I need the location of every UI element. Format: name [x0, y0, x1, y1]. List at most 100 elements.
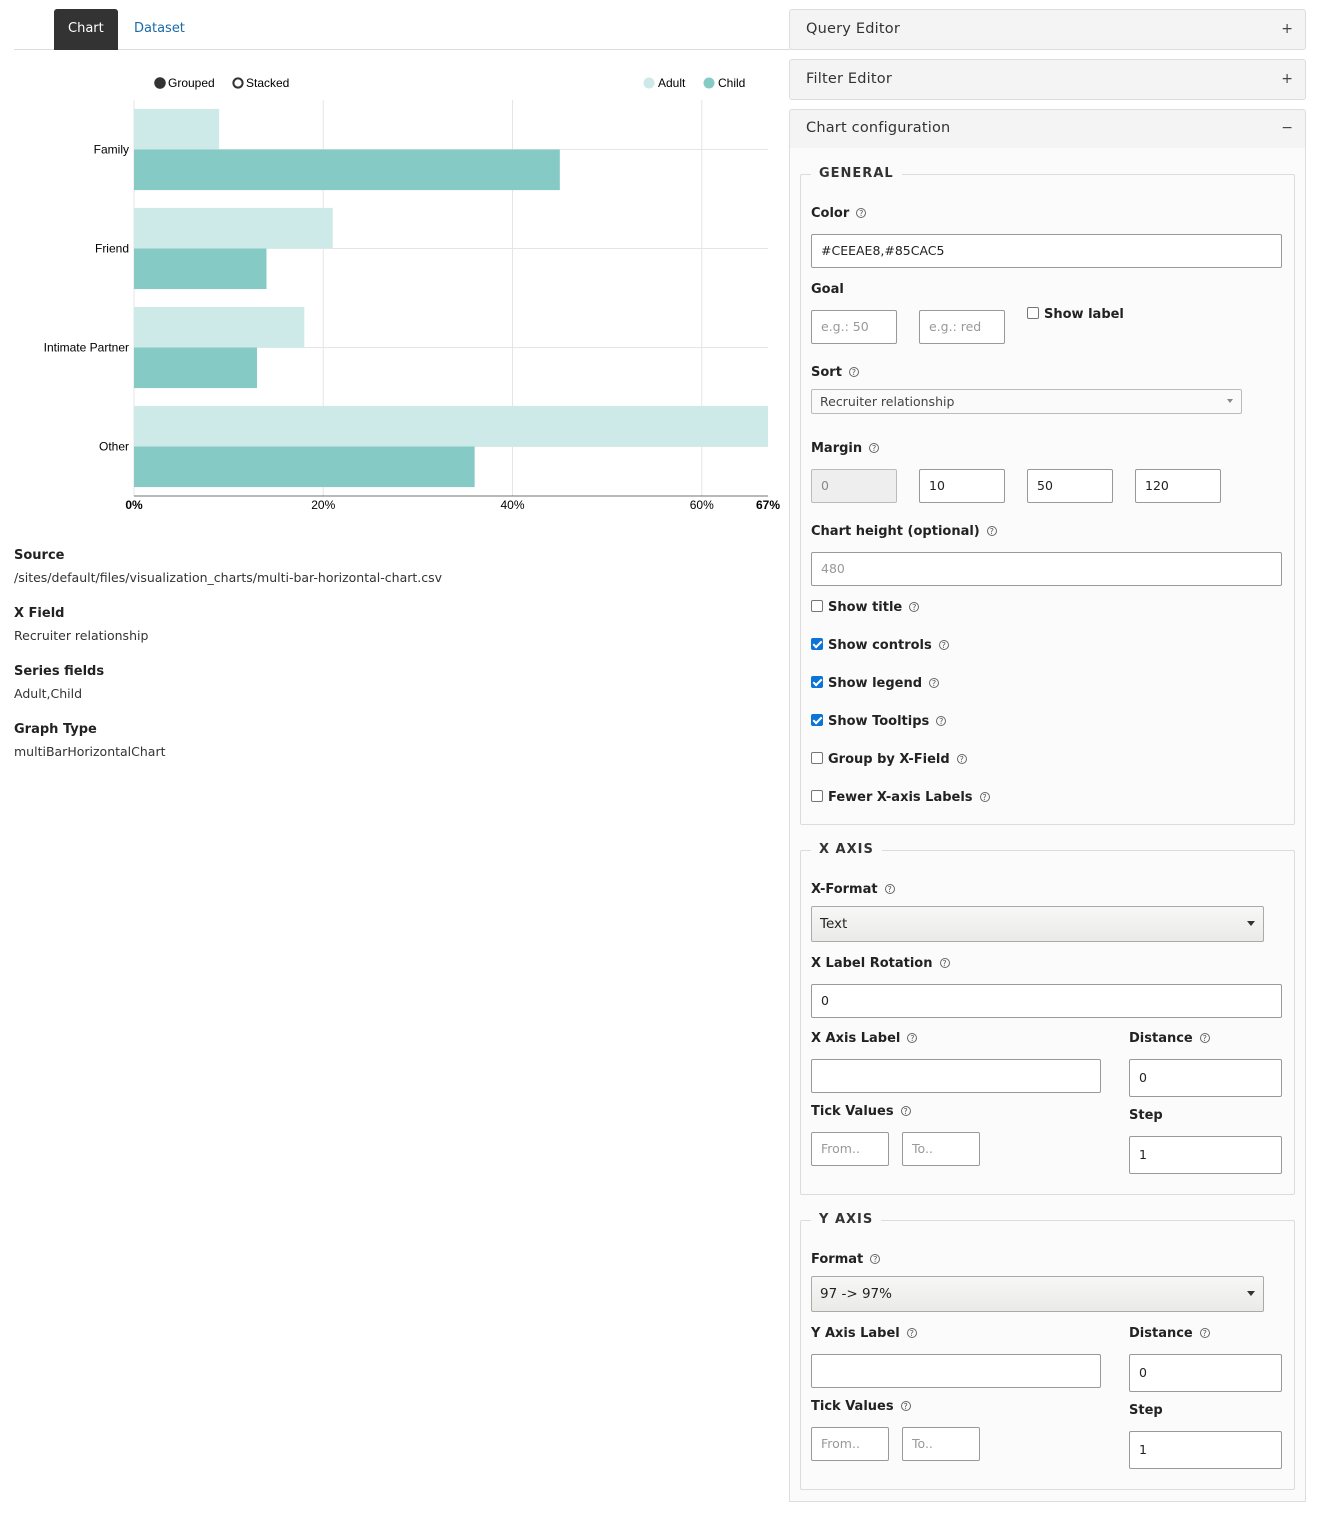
control-grouped-label: Grouped	[168, 76, 215, 90]
x-distance-input[interactable]: 0	[1129, 1059, 1282, 1097]
query-editor-title: Query Editor	[806, 21, 900, 37]
margin-right-input[interactable]: 10	[919, 469, 1005, 503]
goal-value-input[interactable]: e.g.: 50	[811, 310, 897, 344]
bar-child[interactable]	[134, 248, 267, 290]
y-tick-values-label: Tick Values?	[811, 1399, 911, 1414]
help-icon[interactable]: ?	[900, 1401, 911, 1411]
expand-icon[interactable]: +	[1281, 71, 1293, 87]
group-by-x-field-checkbox[interactable]: Group by X-Field?	[811, 752, 967, 767]
bar-adult[interactable]	[134, 306, 305, 348]
show-legend-checkbox[interactable]: Show legend?	[811, 676, 940, 691]
grouped-radio-icon[interactable]	[154, 77, 166, 89]
margin-bottom-input[interactable]: 50	[1027, 469, 1113, 503]
checkbox-icon[interactable]	[811, 600, 823, 612]
help-icon[interactable]: ?	[938, 640, 949, 650]
control-grouped[interactable]: Grouped	[154, 76, 215, 90]
expand-icon[interactable]: +	[1281, 21, 1293, 37]
control-stacked[interactable]: Stacked	[232, 76, 289, 90]
chart-height-input[interactable]: 480	[811, 552, 1282, 586]
bar-adult[interactable]	[134, 108, 220, 150]
legend-adult-swatch[interactable]	[643, 77, 655, 89]
show-label-checkbox[interactable]: Show label	[1027, 307, 1124, 322]
help-icon[interactable]: ?	[906, 1328, 917, 1338]
help-icon[interactable]: ?	[1199, 1328, 1210, 1338]
margin-top-input[interactable]: 0	[811, 469, 897, 503]
legend-adult[interactable]: Adult	[643, 76, 687, 90]
sort-select[interactable]: Recruiter relationship	[811, 389, 1242, 414]
control-stacked-label: Stacked	[246, 76, 289, 90]
general-legend: GENERAL	[811, 166, 902, 181]
chart-config-header[interactable]: Chart configuration −	[789, 109, 1306, 149]
bar-adult[interactable]	[134, 207, 333, 249]
x-tick-to-input[interactable]: To..	[902, 1132, 980, 1166]
stacked-radio-icon[interactable]	[232, 77, 244, 89]
help-icon[interactable]: ?	[884, 884, 895, 894]
xfield-label: X Field	[14, 606, 65, 621]
color-input[interactable]: #CEEAE8,#85CAC5	[811, 234, 1282, 268]
checkbox-checked-icon[interactable]	[811, 638, 823, 650]
x-axis-label-input[interactable]	[811, 1059, 1101, 1093]
checkbox-icon[interactable]	[1027, 307, 1039, 319]
help-icon[interactable]: ?	[870, 1254, 881, 1264]
help-icon[interactable]: ?	[939, 958, 950, 968]
help-icon[interactable]: ?	[909, 602, 920, 612]
legend-child[interactable]: Child	[703, 76, 746, 90]
x-tick-label: 0%	[125, 498, 143, 512]
category-label: Family	[94, 143, 129, 157]
y-tick-from-input[interactable]: From..	[811, 1427, 889, 1461]
fewer-x-labels-checkbox[interactable]: Fewer X-axis Labels?	[811, 790, 990, 805]
y-step-input[interactable]: 1	[1129, 1431, 1282, 1469]
bar-adult[interactable]	[134, 405, 768, 447]
help-icon[interactable]: ?	[956, 754, 967, 764]
checkbox-icon[interactable]	[811, 752, 823, 764]
help-icon[interactable]: ?	[848, 367, 859, 377]
series-fields-value: Adult,Child	[14, 686, 83, 701]
bar-chart: Family Friend Intimate Partner Other 0% 20% 4…	[44, 76, 781, 512]
x-tick-from-input[interactable]: From..	[811, 1132, 889, 1166]
help-icon[interactable]: ?	[929, 678, 940, 688]
show-title-checkbox[interactable]: Show title?	[811, 600, 920, 615]
x-step-input[interactable]: 1	[1129, 1136, 1282, 1174]
help-icon[interactable]: ?	[900, 1106, 911, 1116]
y-distance-input[interactable]: 0	[1129, 1354, 1282, 1392]
graph-type-label: Graph Type	[14, 722, 97, 737]
help-icon[interactable]: ?	[1199, 1033, 1210, 1043]
filter-editor-title: Filter Editor	[806, 71, 893, 87]
filter-editor-header[interactable]: Filter Editor +	[789, 59, 1306, 100]
help-icon[interactable]: ?	[979, 792, 990, 802]
y-axis-label-input[interactable]	[811, 1354, 1101, 1388]
x-format-select[interactable]: Text	[811, 906, 1264, 942]
bar-child[interactable]	[134, 149, 560, 191]
x-axis-label-label: X Axis Label?	[811, 1031, 918, 1046]
chart-info: Source /sites/default/files/visualizatio…	[14, 548, 774, 780]
tab-chart[interactable]: Chart	[54, 9, 118, 50]
y-axis-label-label: Y Axis Label?	[811, 1326, 917, 1341]
view-tabs: Chart Dataset	[14, 8, 790, 50]
x-tick-label: 40%	[500, 498, 524, 512]
tab-dataset[interactable]: Dataset	[120, 9, 199, 50]
legend-child-swatch[interactable]	[703, 77, 715, 89]
checkbox-icon[interactable]	[811, 790, 823, 802]
y-format-select[interactable]: 97 -> 97%	[811, 1276, 1264, 1312]
checkbox-checked-icon[interactable]	[811, 714, 823, 726]
help-icon[interactable]: ?	[986, 526, 997, 536]
goal-color-input[interactable]: e.g.: red	[919, 310, 1005, 344]
legend-child-label: Child	[718, 76, 745, 90]
bar-child[interactable]	[134, 446, 475, 488]
x-distance-label: Distance?	[1129, 1031, 1210, 1046]
y-tick-to-input[interactable]: To..	[902, 1427, 980, 1461]
collapse-icon[interactable]: −	[1281, 120, 1293, 136]
show-tooltips-checkbox[interactable]: Show Tooltips?	[811, 714, 947, 729]
help-icon[interactable]: ?	[856, 208, 867, 218]
show-controls-checkbox[interactable]: Show controls?	[811, 638, 949, 653]
help-icon[interactable]: ?	[936, 716, 947, 726]
x-step-label: Step	[1129, 1108, 1163, 1123]
margin-left-input[interactable]: 120	[1135, 469, 1221, 503]
x-label-rotation-input[interactable]: 0	[811, 984, 1282, 1018]
bar-child[interactable]	[134, 347, 258, 389]
help-icon[interactable]: ?	[907, 1033, 918, 1043]
goal-label: Goal	[811, 282, 844, 297]
query-editor-header[interactable]: Query Editor +	[789, 9, 1306, 50]
checkbox-checked-icon[interactable]	[811, 676, 823, 688]
help-icon[interactable]: ?	[869, 443, 880, 453]
